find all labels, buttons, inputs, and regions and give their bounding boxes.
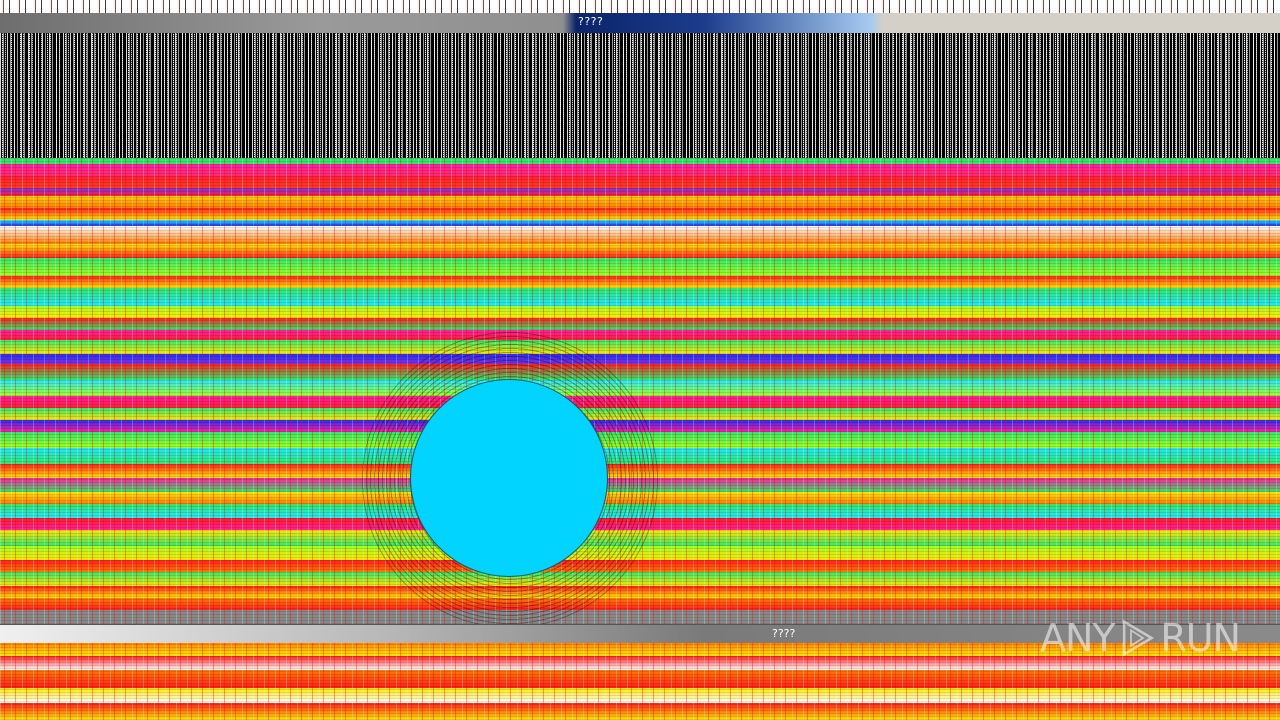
glitched-desktop-screen: ???? ???? ANY RUN [0,0,1280,720]
watermark-text-right: RUN [1160,616,1241,660]
cyan-circle [410,379,608,577]
bottom-window-title: ???? [772,627,796,640]
window-titlebar[interactable]: ???? [0,13,1280,33]
static-noise-band [0,33,1280,158]
play-triangle-icon [1122,619,1154,657]
watermark-text-left: ANY [1040,616,1116,660]
anyrun-watermark: ANY RUN [1040,608,1241,668]
corrupted-top-strip [0,0,1280,13]
window-title: ???? [578,15,604,28]
